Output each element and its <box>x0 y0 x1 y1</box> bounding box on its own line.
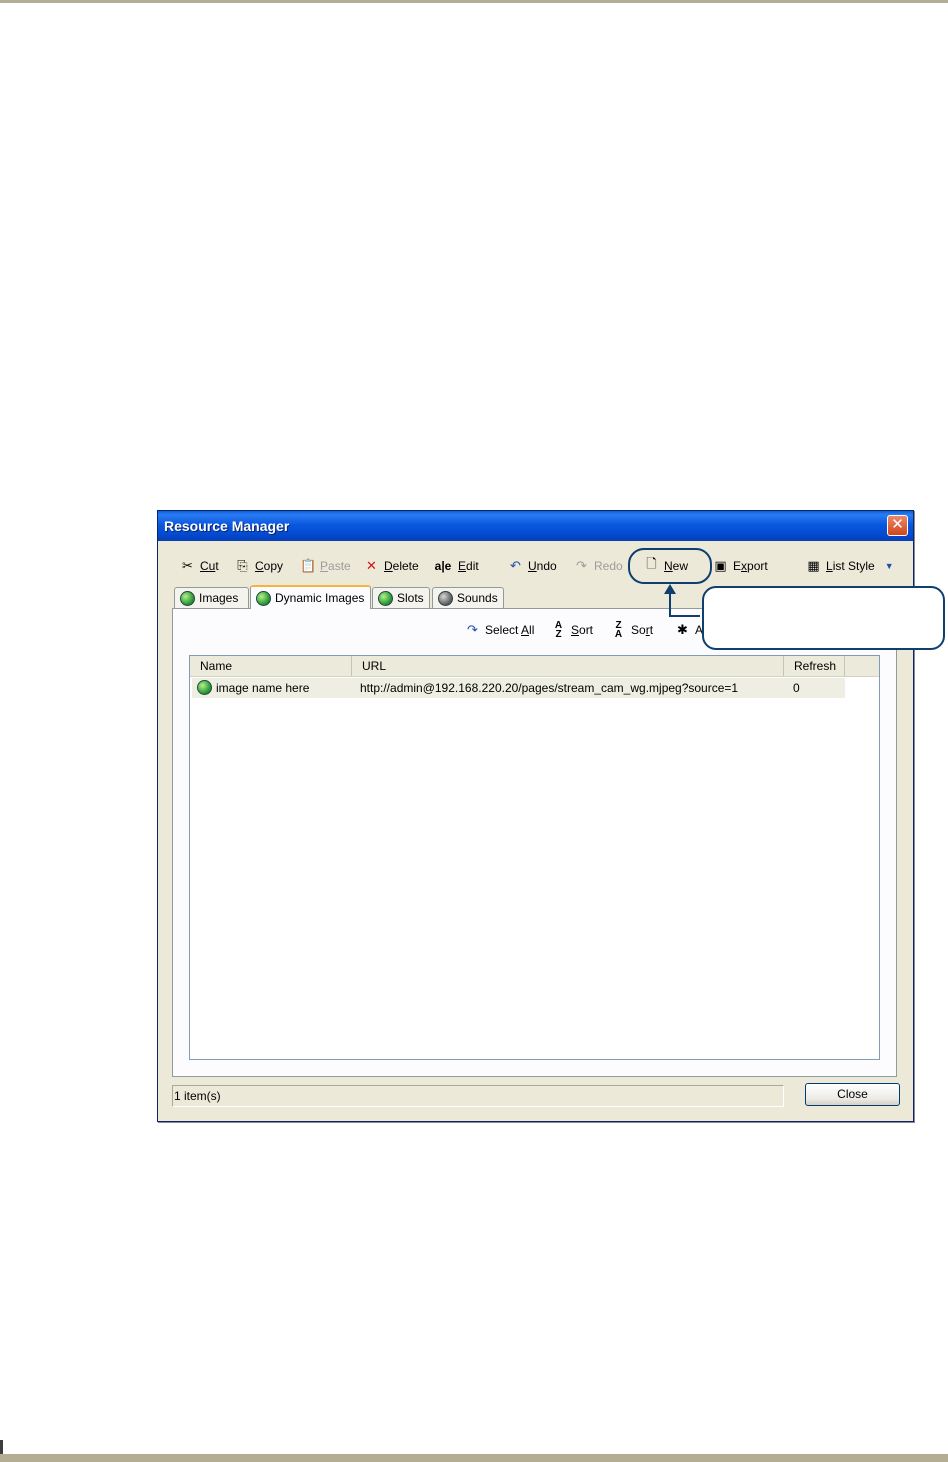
sort-za-icon: ZA <box>614 620 623 640</box>
dynamic-image-icon <box>256 590 271 606</box>
add-icon: ✱ <box>677 622 688 637</box>
tab-images-label: Images <box>199 591 239 605</box>
close-button[interactable]: Close <box>805 1083 900 1106</box>
image-resource-icon <box>180 590 195 606</box>
paste-label-underlined: P <box>320 559 329 573</box>
row-name: image name here <box>216 681 310 695</box>
sounds-icon <box>438 590 453 606</box>
sort-desc-label-rest: t <box>649 623 654 637</box>
sort-desc-label-pre: So <box>631 623 646 637</box>
column-header-refresh[interactable]: Refresh <box>784 656 845 676</box>
undo-label-rest: ndo <box>536 559 557 573</box>
list-style-label-rest: ist Style <box>832 559 875 573</box>
scissors-icon: ✂ <box>182 558 193 573</box>
tab-dynamic-images[interactable]: Dynamic Images <box>250 585 371 609</box>
export-button[interactable]: ▣ Export <box>713 554 768 578</box>
sort-asc-label-underlined: S <box>571 623 580 637</box>
tab-sounds-label: Sounds <box>457 591 498 605</box>
add-button[interactable]: ✱ A <box>675 619 703 641</box>
undo-button[interactable]: ↶ Undo <box>508 554 557 578</box>
tab-images[interactable]: Images <box>174 587 249 608</box>
column-header-url[interactable]: URL <box>352 656 784 676</box>
sort-asc-label-rest: ort <box>579 623 594 637</box>
window-title: Resource Manager <box>164 518 290 534</box>
tab-panel-dynamic-images: ↷ Select All AZ Sort ZA Sort ✱ A Name UR… <box>172 608 897 1077</box>
select-all-label-pre: Select <box>485 623 522 637</box>
select-all-label-underlined: A <box>521 623 530 637</box>
slots-icon <box>378 590 393 606</box>
export-icon: ▣ <box>714 558 727 573</box>
column-header-name[interactable]: Name <box>190 656 352 676</box>
paste-icon: 📋 <box>300 558 317 573</box>
table-row[interactable]: image name here http://admin@192.168.220… <box>192 678 845 698</box>
paste-button[interactable]: 📋 Paste <box>300 554 351 578</box>
edit-text-icon: a|e <box>434 559 452 573</box>
select-all-label-rest: ll <box>529 623 535 637</box>
page-footer-tick <box>0 1440 3 1454</box>
row-refresh: 0 <box>793 681 800 695</box>
page-footer-rule <box>0 1454 948 1462</box>
sort-az-icon: AZ <box>554 620 563 640</box>
list-style-button[interactable]: ▦ List Style ▼ <box>806 554 894 578</box>
cut-label-rest: t <box>215 559 219 573</box>
row-url: http://admin@192.168.220.20/pages/stream… <box>360 681 739 695</box>
list-style-icon: ▦ <box>807 558 820 573</box>
list-style-label-underlined: L <box>826 559 833 573</box>
edit-label-rest: dit <box>466 559 479 573</box>
redo-label: Redo <box>594 559 623 573</box>
delete-button[interactable]: ✕ Delete <box>364 554 419 578</box>
copy-label-rest: opy <box>263 559 284 573</box>
callout-box <box>702 586 945 650</box>
edit-label-underlined: E <box>458 559 467 573</box>
status-bar: 1 item(s) <box>172 1085 784 1107</box>
new-button-highlight <box>628 548 712 584</box>
copy-button[interactable]: ⎘ Copy <box>235 554 283 578</box>
main-toolbar: ✂ Cut ⎘ Copy 📋 Paste ✕ Delete a|e Edit ↶… <box>158 554 913 578</box>
paste-label-rest: aste <box>328 559 351 573</box>
title-bar[interactable]: Resource Manager ✕ <box>158 511 913 541</box>
undo-label-underlined: U <box>528 559 537 573</box>
copy-label-underlined: C <box>255 559 264 573</box>
export-label-rest: port <box>747 559 768 573</box>
page-header-rule <box>0 0 948 3</box>
tab-dynamic-images-label: Dynamic Images <box>275 591 365 605</box>
edit-button[interactable]: a|e Edit <box>433 554 479 578</box>
sort-descending-button[interactable]: ZA Sort <box>611 619 653 641</box>
select-all-icon: ↷ <box>467 622 478 637</box>
cut-label-underlined: Cu <box>200 559 216 573</box>
dynamic-image-icon <box>197 680 212 695</box>
delete-x-icon: ✕ <box>366 558 377 573</box>
window-close-button[interactable]: ✕ <box>887 515 908 536</box>
delete-label-underlined: D <box>384 559 393 573</box>
select-all-button[interactable]: ↷ Select All <box>465 619 534 641</box>
tab-slots-label: Slots <box>397 591 424 605</box>
chevron-down-icon[interactable]: ▼ <box>885 561 894 571</box>
tab-slots[interactable]: Slots <box>372 587 430 608</box>
delete-label-rest: elete <box>392 559 419 573</box>
redo-button[interactable]: ↷ Redo <box>574 554 623 578</box>
dynamic-images-list[interactable]: Name URL Refresh image name here http://… <box>189 655 880 1060</box>
redo-icon: ↷ <box>576 558 587 573</box>
cut-button[interactable]: ✂ Cut <box>180 554 219 578</box>
export-label-pre: E <box>733 559 742 573</box>
undo-icon: ↶ <box>510 558 521 573</box>
sort-ascending-button[interactable]: AZ Sort <box>551 619 593 641</box>
tab-sounds[interactable]: Sounds <box>432 587 504 608</box>
list-header: Name URL Refresh <box>190 656 879 677</box>
copy-icon: ⎘ <box>237 558 248 573</box>
